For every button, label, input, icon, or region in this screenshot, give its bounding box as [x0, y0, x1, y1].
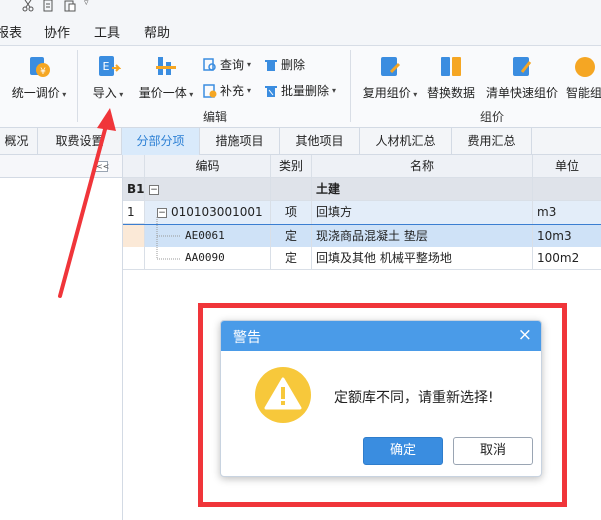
- quick-pricing-icon: [513, 57, 532, 76]
- warning-dialog: 警告 × 定额库不同，请重新选择! 确定 取消: [220, 320, 542, 477]
- reuse-pricing-icon: [381, 57, 401, 76]
- header-type[interactable]: 类别: [271, 155, 312, 178]
- price-integration-button[interactable]: 量价一体 ▾: [135, 54, 197, 101]
- tree-lines: [156, 217, 181, 260]
- reuse-pricing-button[interactable]: 复用组价 ▾: [360, 54, 420, 101]
- quick-access-bar: ▿: [0, 0, 601, 14]
- replace-data-icon: [441, 57, 461, 76]
- batch-delete-icon: [265, 85, 277, 97]
- row-code: −: [145, 178, 271, 201]
- tab-section-items[interactable]: 分部分项: [122, 128, 200, 155]
- pricing-group-label: 组价: [480, 110, 505, 124]
- tab-overview[interactable]: 概况: [0, 128, 38, 155]
- warning-icon: [255, 367, 311, 423]
- ok-button[interactable]: 确定: [363, 437, 443, 465]
- tab-other-items[interactable]: 其他项目: [280, 128, 360, 155]
- quick-list-pricing-button[interactable]: 清单快速组价: [484, 54, 560, 101]
- dialog-message: 定额库不同，请重新选择!: [334, 390, 494, 406]
- dialog-title: 警告: [233, 330, 261, 346]
- batch-delete-button[interactable]: 批量删除 ▾: [264, 82, 336, 99]
- menu-tools[interactable]: 工具: [94, 22, 120, 41]
- supplement-button[interactable]: 补充 ▾: [203, 82, 251, 99]
- row-name: 现浇商品混凝土 垫层: [312, 225, 533, 248]
- row-unit: [533, 178, 601, 201]
- row-index: [123, 225, 145, 248]
- cancel-button[interactable]: 取消: [453, 437, 533, 465]
- paste-icon[interactable]: [64, 0, 76, 12]
- header-code[interactable]: 编码: [145, 155, 271, 178]
- menu-collaborate[interactable]: 协作: [44, 22, 70, 41]
- query-icon: [203, 57, 216, 71]
- tab-cost-summary[interactable]: 费用汇总: [452, 128, 532, 155]
- menu-report[interactable]: 报表: [0, 22, 22, 41]
- svg-text:E: E: [103, 60, 110, 73]
- tab-labor-material-summary[interactable]: 人材机汇总: [360, 128, 452, 155]
- row-index: 1: [123, 201, 145, 224]
- grid-header-row: 编码 类别 名称 单位: [123, 155, 601, 178]
- trash-icon: [265, 59, 277, 71]
- smart-pricing-button[interactable]: 智能组: [566, 54, 601, 101]
- ribbon-toolbar: ¥ 统一调价 ▾ E 导入 ▾ 量价一体 ▾ 查询 ▾ 删除 补充 ▾ 批量删除…: [0, 46, 601, 128]
- dialog-header: 警告 ×: [221, 321, 541, 351]
- import-icon: E: [99, 56, 121, 76]
- unified-price-button[interactable]: ¥ 统一调价 ▾: [8, 54, 70, 101]
- header-unit[interactable]: 单位: [533, 155, 601, 178]
- row-unit: 100m2: [537, 251, 580, 265]
- edit-group-label: 编辑: [203, 110, 228, 124]
- query-button[interactable]: 查询 ▾: [203, 56, 251, 73]
- row-name: 回填方: [312, 201, 533, 224]
- copy-icon[interactable]: [42, 0, 54, 12]
- row-type: 定: [271, 247, 312, 270]
- collapse-pane-button[interactable]: <<: [95, 161, 109, 172]
- row-index: B1: [123, 178, 145, 201]
- header-name[interactable]: 名称: [312, 155, 533, 178]
- view-tabs: 概况 取费设置 分部分项 措施项目 其他项目 人材机汇总 费用汇总: [0, 128, 601, 155]
- price-adjust-icon: ¥: [30, 57, 50, 77]
- header-index: [123, 155, 145, 178]
- row-name: 土建: [312, 178, 533, 201]
- delete-button[interactable]: 删除: [264, 56, 305, 73]
- row-type: 定: [271, 225, 312, 248]
- close-icon[interactable]: ×: [518, 325, 532, 345]
- menu-help[interactable]: 帮助: [144, 22, 170, 41]
- row-unit: 10m3: [533, 225, 601, 248]
- row-type: [271, 178, 312, 201]
- left-pane-header: <<: [0, 155, 122, 178]
- menu-bar: 报表 协作 工具 帮助: [0, 14, 601, 46]
- collapse-toggle-icon[interactable]: −: [149, 184, 159, 195]
- ribbon-separator: [350, 50, 351, 122]
- replace-data-button[interactable]: 替换数据: [424, 54, 478, 101]
- import-button[interactable]: E 导入 ▾: [88, 54, 128, 101]
- row-unit: m3: [533, 201, 601, 224]
- price-integration-icon: [156, 57, 176, 75]
- supplement-icon: [203, 83, 217, 98]
- tab-measure-items[interactable]: 措施项目: [200, 128, 280, 155]
- row-type: 项: [271, 201, 312, 224]
- row-name: 回填及其他 机械平整场地: [312, 247, 533, 270]
- table-row[interactable]: B1 − 土建: [123, 178, 601, 201]
- smart-pricing-icon: [575, 57, 595, 77]
- scissors-icon[interactable]: [22, 0, 34, 12]
- row-index: [123, 247, 145, 270]
- qa-dropdown-icon[interactable]: ▿: [84, 0, 89, 8]
- tab-fee-settings[interactable]: 取费设置: [38, 128, 122, 155]
- ribbon-separator: [77, 50, 78, 122]
- svg-text:¥: ¥: [40, 67, 46, 77]
- left-tree-pane: <<: [0, 155, 123, 520]
